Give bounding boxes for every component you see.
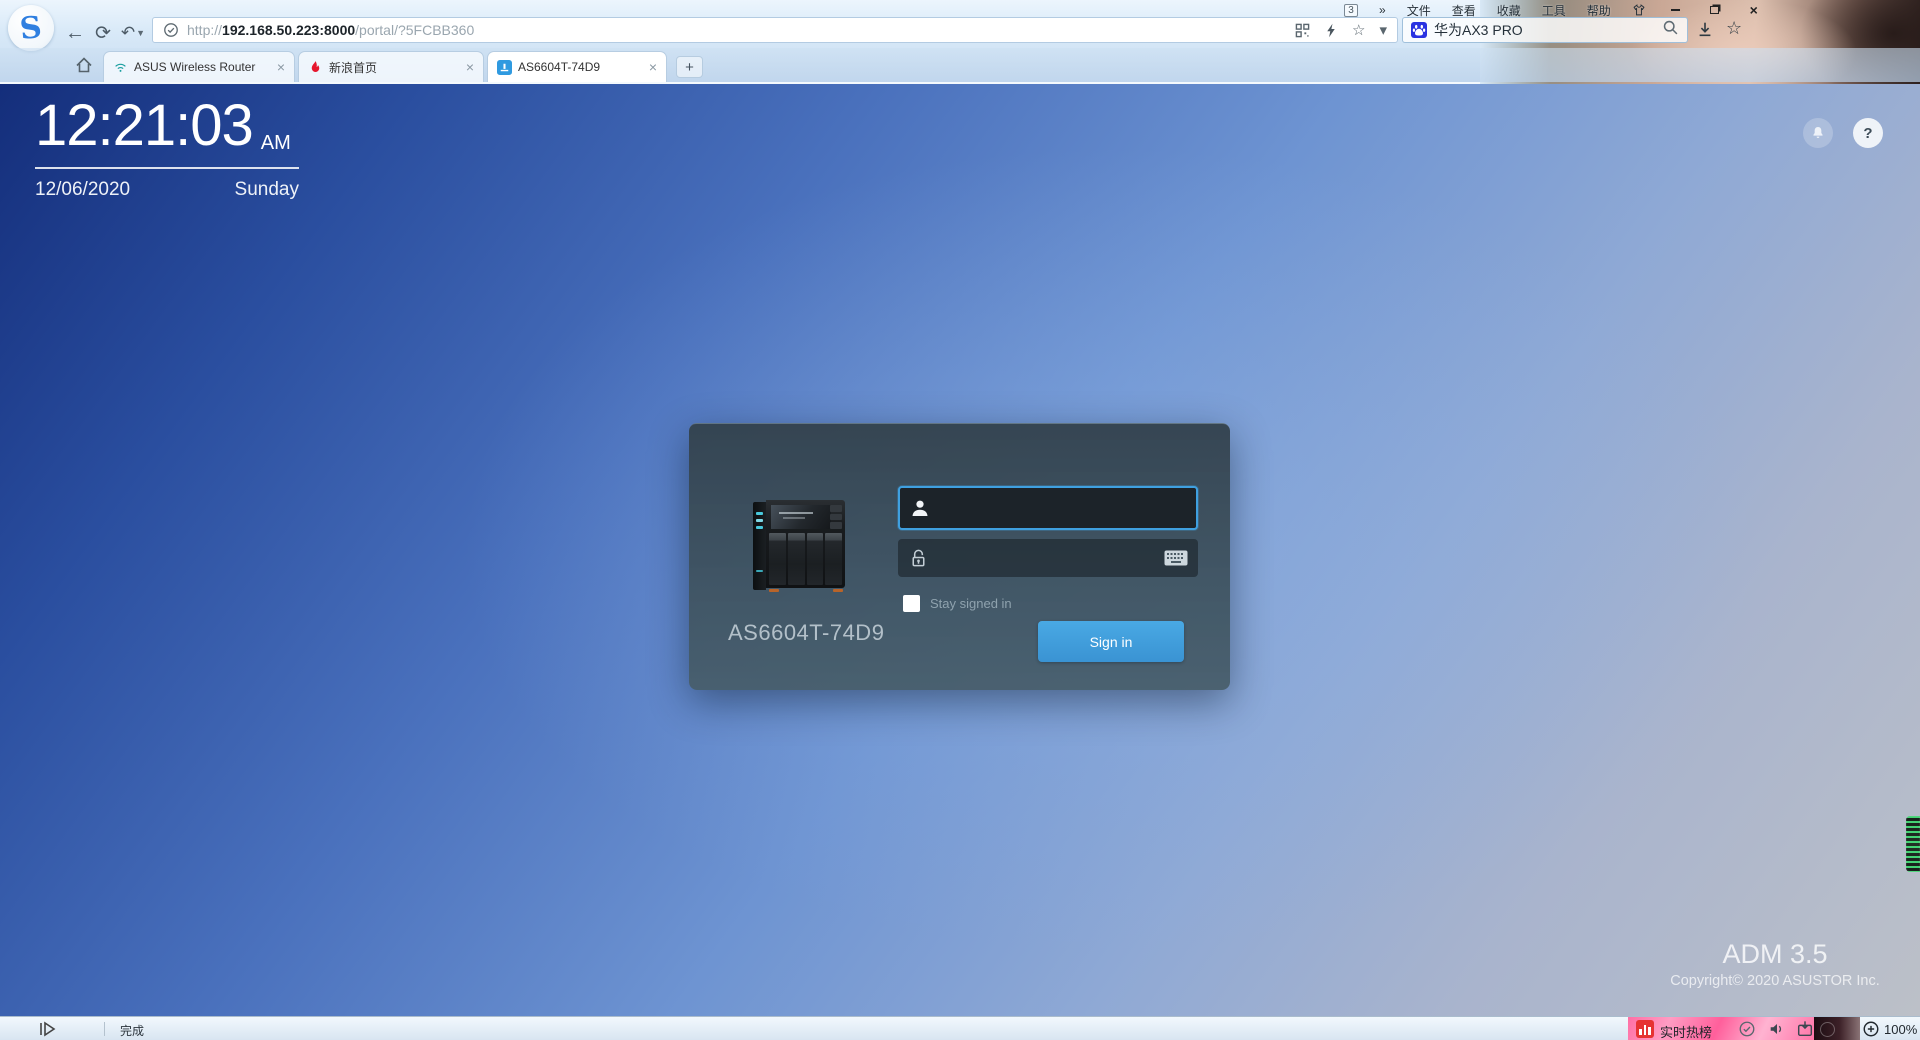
- tab-asus-wireless-router[interactable]: ASUS Wireless Router ×: [103, 51, 295, 82]
- on-screen-keyboard-icon[interactable]: [1164, 550, 1188, 566]
- asustor-favicon: [497, 59, 512, 75]
- status-separator: [104, 1022, 105, 1036]
- new-tab-button[interactable]: +: [676, 56, 703, 78]
- menu-favorites[interactable]: 收藏: [1497, 2, 1521, 19]
- browser-chrome: 3 » 文件 查看 收藏 工具 帮助 × S ← ⟳ ↶ ▼ http://192…: [0, 0, 1920, 84]
- sign-in-button[interactable]: Sign in: [1038, 621, 1184, 662]
- stay-signed-in-checkbox[interactable]: [903, 595, 920, 612]
- zoom-in-icon[interactable]: [1862, 1020, 1880, 1038]
- wifi-icon: [113, 60, 128, 75]
- refresh-button[interactable]: ⟳: [90, 20, 116, 46]
- device-model-label: AS6604T-74D9: [728, 620, 885, 645]
- close-window-button[interactable]: ×: [1745, 3, 1763, 17]
- menu-view[interactable]: 查看: [1452, 2, 1476, 19]
- copyright-label: Copyright© 2020 ASUSTOR Inc.: [1670, 973, 1880, 989]
- hot-list-label[interactable]: 实时热榜: [1660, 1022, 1712, 1040]
- tab-label: ASUS Wireless Router: [134, 60, 256, 74]
- username-field[interactable]: [898, 486, 1198, 530]
- url-host: 192.168.50.223:8000: [222, 22, 356, 38]
- status-bar: 完成 实时热榜 100%: [0, 1016, 1920, 1040]
- password-input[interactable]: [939, 549, 1164, 567]
- security-shield-icon[interactable]: [1738, 1020, 1756, 1038]
- skin-decoration-pink: [1628, 1017, 1814, 1040]
- tab-sina-home[interactable]: 新浪首页 ×: [298, 51, 484, 82]
- notifications-button[interactable]: [1803, 118, 1833, 148]
- capture-icon[interactable]: [1796, 1020, 1814, 1038]
- tab-label: AS6604T-74D9: [518, 60, 601, 74]
- search-input[interactable]: [1434, 22, 1662, 38]
- overflow-chevron-icon[interactable]: »: [1379, 3, 1386, 17]
- clock-time: 12:21:03: [35, 93, 254, 158]
- favorites-star-icon[interactable]: ☆: [1726, 18, 1742, 39]
- stay-signed-in-label: Stay signed in: [930, 596, 1012, 611]
- baidu-engine-icon[interactable]: [1411, 22, 1427, 38]
- tab-close-icon[interactable]: ×: [466, 60, 474, 74]
- clock-widget: 12:21:03 AM 12/06/2020 Sunday: [35, 94, 299, 201]
- tab-as6604t[interactable]: AS6604T-74D9 ×: [487, 51, 667, 82]
- speaker-icon[interactable]: [1768, 1020, 1786, 1038]
- side-gadget-indicator[interactable]: [1906, 816, 1920, 872]
- page-footer: ADM 3.5 Copyright© 2020 ASUSTOR Inc.: [1660, 939, 1890, 989]
- clock-date: 12/06/2020: [35, 179, 131, 200]
- sina-flame-icon: [308, 60, 323, 75]
- url-scheme: http://: [187, 22, 223, 38]
- lock-icon: [912, 549, 925, 567]
- hot-list-icon[interactable]: [1636, 1020, 1654, 1038]
- login-dialog: Stay signed in AS6604T-74D9 Sign in: [689, 423, 1230, 690]
- help-button[interactable]: ?: [1853, 118, 1883, 148]
- minimize-button[interactable]: [1667, 3, 1685, 17]
- tab-bar: ASUS Wireless Router × 新浪首页 × AS6604T-74…: [0, 48, 1920, 82]
- question-mark-icon: ?: [1863, 124, 1873, 142]
- bell-icon: [1810, 125, 1826, 141]
- home-icon[interactable]: [74, 55, 94, 75]
- clock-meridiem: AM: [260, 132, 291, 154]
- menu-file[interactable]: 文件: [1407, 2, 1431, 19]
- nas-device-image: [753, 500, 849, 592]
- stay-signed-in-row: Stay signed in: [903, 595, 1012, 612]
- menu-tools[interactable]: 工具: [1542, 2, 1566, 19]
- tab-close-icon[interactable]: ×: [277, 60, 285, 74]
- skin-decoration-dark: [1814, 1017, 1860, 1040]
- window-count-badge[interactable]: 3: [1344, 3, 1358, 17]
- address-caret-icon[interactable]: ▾: [1379, 21, 1387, 39]
- screen: 3 » 文件 查看 收藏 工具 帮助 × S ← ⟳ ↶ ▼ http://192…: [0, 0, 1920, 1040]
- page-media-icon[interactable]: [38, 1021, 58, 1037]
- person-icon: [912, 500, 928, 516]
- tab-close-icon[interactable]: ×: [649, 60, 657, 74]
- search-box[interactable]: [1402, 17, 1688, 43]
- clock-weekday: Sunday: [234, 179, 299, 200]
- lightning-icon[interactable]: [1324, 23, 1338, 38]
- password-field[interactable]: [898, 539, 1198, 577]
- undo-closed-tab-button[interactable]: ↶ ▼: [116, 20, 150, 46]
- restore-button[interactable]: [1706, 3, 1724, 17]
- url-text[interactable]: http://192.168.50.223:8000/portal/?5FCBB…: [187, 22, 474, 38]
- clock-divider: [35, 167, 299, 169]
- zoom-level[interactable]: 100%: [1884, 1022, 1917, 1037]
- site-security-icon: [163, 22, 179, 38]
- bookmark-star-icon[interactable]: ☆: [1352, 21, 1365, 39]
- adm-portal-page: 12:21:03 AM 12/06/2020 Sunday ? Stay sig…: [0, 84, 1920, 1016]
- username-input[interactable]: [940, 499, 1186, 517]
- address-bar[interactable]: http://192.168.50.223:8000/portal/?5FCBB…: [152, 17, 1398, 43]
- menu-help[interactable]: 帮助: [1587, 2, 1611, 19]
- back-button[interactable]: ←: [62, 20, 88, 46]
- browser-logo[interactable]: S: [8, 5, 54, 51]
- qr-code-icon[interactable]: [1295, 23, 1310, 38]
- download-icon[interactable]: [1696, 20, 1714, 38]
- adm-version-label: ADM 3.5: [1722, 939, 1828, 969]
- tabs: ASUS Wireless Router × 新浪首页 × AS6604T-74…: [103, 51, 670, 82]
- caret-down-icon: ▼: [136, 28, 146, 38]
- page-load-status: 完成: [120, 1024, 145, 1038]
- search-magnifier-icon[interactable]: [1662, 19, 1679, 41]
- url-path: /portal/?5FCBB360: [355, 22, 475, 38]
- tab-label: 新浪首页: [329, 60, 378, 75]
- skin-theme-icon[interactable]: [1632, 3, 1646, 17]
